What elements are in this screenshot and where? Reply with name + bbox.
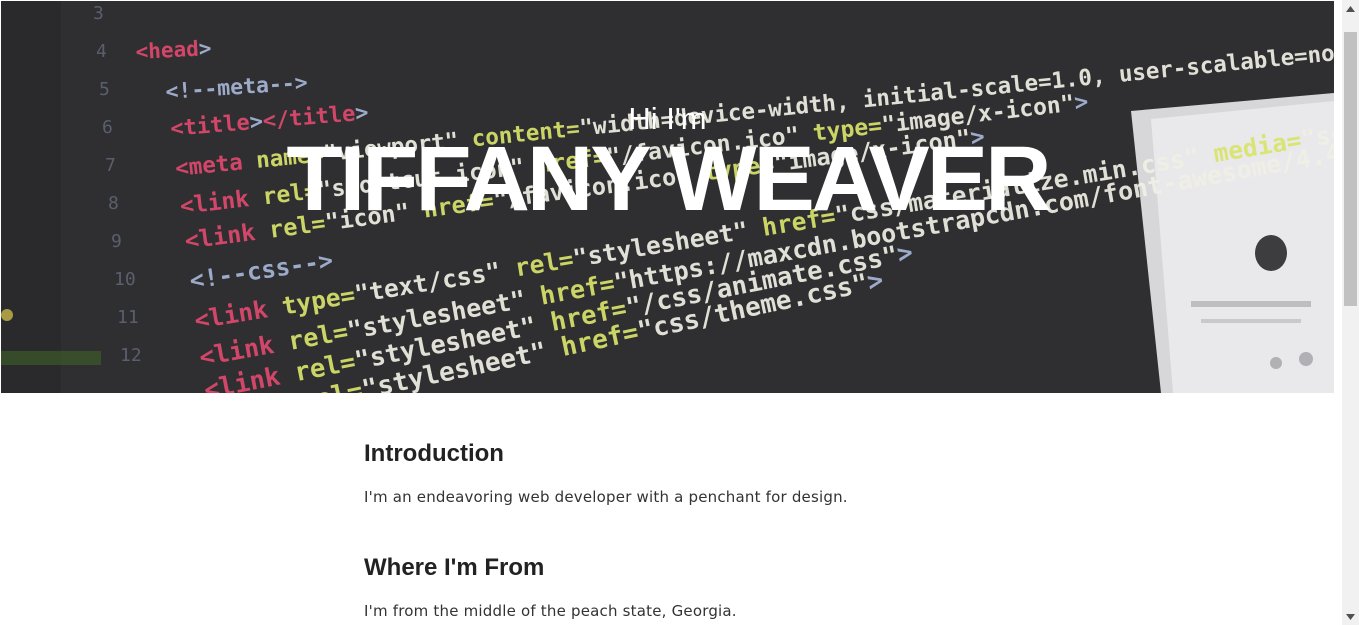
hero-banner: 3 4 5 6 7 8 9 10 11 12 <head> <!--meta--> <title></… (1, 1, 1334, 393)
code-line: <head> (135, 36, 212, 64)
line-number: 11 (117, 307, 139, 328)
section-text-where-from: I'm from the middle of the peach state, … (364, 602, 737, 620)
section-heading-introduction: Introduction (364, 440, 504, 467)
line-number: 3 (93, 3, 104, 24)
vertical-scrollbar[interactable] (1342, 0, 1359, 625)
triangle-down-icon (1346, 613, 1355, 620)
section-heading-where-from: Where I'm From (364, 554, 545, 581)
line-number: 4 (96, 41, 107, 62)
line-number: 10 (114, 269, 136, 290)
hero-name: TIFFANY WEAVER (286, 128, 1051, 230)
section-text-introduction: I'm an endeavoring web developer with a … (364, 488, 848, 506)
scroll-down-button[interactable] (1342, 608, 1359, 625)
scroll-up-button[interactable] (1342, 0, 1359, 17)
line-number: 5 (99, 79, 110, 100)
line-number: 9 (111, 231, 122, 252)
triangle-up-icon (1346, 5, 1355, 12)
page-viewport: 3 4 5 6 7 8 9 10 11 12 <head> <!--meta--> <title></… (0, 0, 1342, 625)
scrollbar-thumb[interactable] (1344, 32, 1357, 306)
line-number: 12 (120, 345, 142, 366)
